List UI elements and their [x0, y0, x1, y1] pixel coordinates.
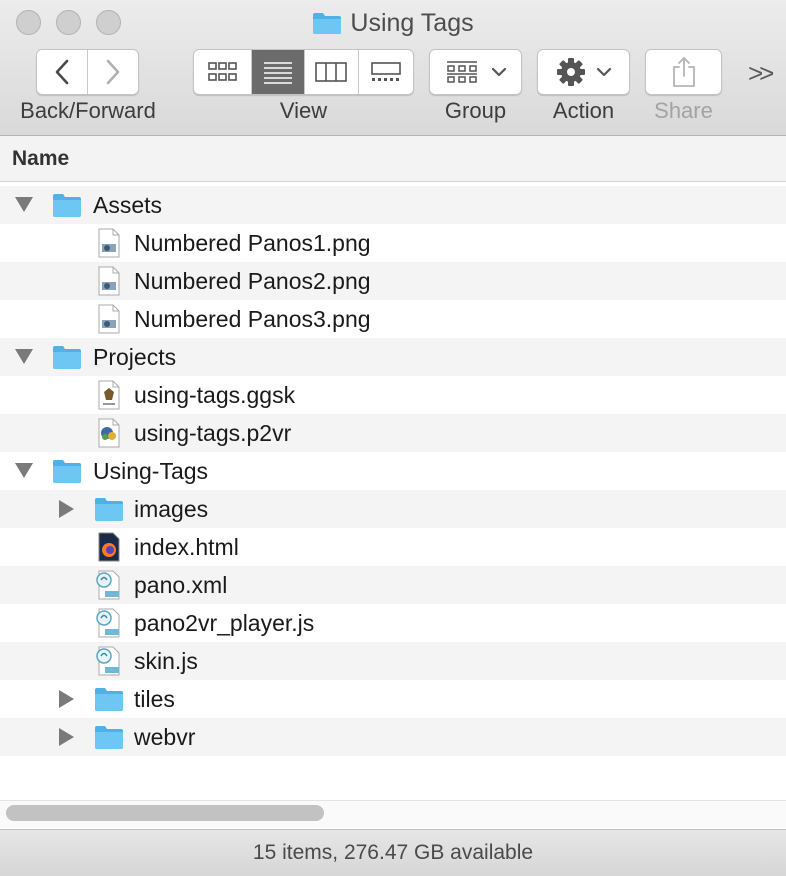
- file-name: Projects: [93, 344, 177, 370]
- disclosure-triangle-open-icon[interactable]: [15, 197, 33, 212]
- gallery-icon: [370, 62, 401, 81]
- disclosure-triangle-closed-icon[interactable]: [59, 690, 74, 708]
- skin-document-icon: [98, 380, 120, 410]
- text-document-icon: [96, 570, 120, 600]
- list-item-file[interactable]: pano2vr_player.js: [0, 604, 786, 642]
- folder-icon: [95, 498, 123, 521]
- folder-icon: [53, 194, 81, 217]
- gear-icon: [556, 58, 585, 86]
- icon-grid-icon: [207, 62, 237, 81]
- folder-icon: [313, 13, 342, 34]
- name-column-header[interactable]: Name: [0, 136, 786, 182]
- list-item-file[interactable]: skin.js: [0, 642, 786, 680]
- file-name: Numbered Panos3.png: [134, 306, 371, 332]
- chevron-left-icon: [55, 59, 69, 85]
- file-name: Numbered Panos1.png: [134, 230, 371, 256]
- back-forward-label: Back/Forward: [20, 98, 156, 123]
- disclosure-triangle-closed-icon[interactable]: [59, 500, 74, 518]
- list-item-file[interactable]: index.html: [0, 528, 786, 566]
- list-item-folder[interactable]: Projects: [0, 338, 786, 376]
- view-control: [193, 49, 414, 95]
- share-button[interactable]: [645, 49, 722, 95]
- group-grid-icon: [446, 61, 477, 83]
- status-text: 15 items, 276.47 GB available: [252, 841, 534, 864]
- file-name: index.html: [134, 534, 239, 560]
- png-file-icon: [98, 304, 120, 334]
- share-icon: [672, 57, 695, 87]
- list-item-folder[interactable]: webvr: [0, 718, 786, 756]
- chevron-right-icon: [106, 59, 120, 85]
- file-name: Numbered Panos2.png: [134, 268, 371, 294]
- toolbar-overflow-button[interactable]: >>: [748, 58, 774, 89]
- list-view-button[interactable]: [252, 50, 305, 94]
- file-name: using-tags.p2vr: [134, 420, 292, 446]
- file-name: Assets: [93, 192, 163, 218]
- chevron-down-icon: [596, 67, 611, 77]
- file-name: using-tags.ggsk: [134, 382, 296, 408]
- file-name: Using-Tags: [93, 458, 209, 484]
- view-label: View: [279, 98, 328, 123]
- window-title-text: Using Tags: [350, 8, 474, 37]
- chevron-down-icon: [491, 67, 506, 77]
- file-name: tiles: [134, 686, 175, 712]
- file-name: images: [134, 496, 209, 522]
- action-label: Action: [552, 98, 615, 123]
- list-item-file[interactable]: Numbered Panos3.png: [0, 300, 786, 338]
- file-name: webvr: [134, 724, 196, 750]
- disclosure-triangle-open-icon[interactable]: [15, 349, 33, 364]
- folder-icon: [95, 688, 123, 711]
- file-name: pano2vr_player.js: [134, 610, 315, 636]
- share-label: Share: [654, 98, 713, 123]
- list-item-file[interactable]: using-tags.p2vr: [0, 414, 786, 452]
- text-document-icon: [96, 608, 120, 638]
- file-list: Assets Numbered Panos1.png Numbered Pano…: [0, 186, 786, 756]
- list-item-file[interactable]: Numbered Panos2.png: [0, 262, 786, 300]
- list-item-file[interactable]: Numbered Panos1.png: [0, 224, 786, 262]
- back-forward-control: [36, 49, 139, 95]
- disclosure-triangle-closed-icon[interactable]: [59, 728, 74, 746]
- icon-view-button[interactable]: [194, 50, 253, 94]
- list-item-folder[interactable]: tiles: [0, 680, 786, 718]
- file-name: pano.xml: [134, 572, 228, 598]
- column-view-button[interactable]: [305, 50, 359, 94]
- list-item-file[interactable]: using-tags.ggsk: [0, 376, 786, 414]
- file-name: skin.js: [134, 648, 198, 674]
- disclosure-triangle-open-icon[interactable]: [15, 463, 33, 478]
- horizontal-scroll-thumb[interactable]: [6, 805, 324, 821]
- list-lines-icon: [264, 62, 293, 84]
- group-button[interactable]: [429, 49, 522, 95]
- forward-button[interactable]: [88, 50, 139, 94]
- png-file-icon: [98, 266, 120, 296]
- list-item-folder[interactable]: Using-Tags: [0, 452, 786, 490]
- list-item-file[interactable]: pano.xml: [0, 566, 786, 604]
- name-column-label: Name: [12, 147, 70, 170]
- text-document-icon: [96, 646, 120, 676]
- back-button[interactable]: [37, 50, 88, 94]
- status-bar: 15 items, 276.47 GB available: [0, 829, 786, 876]
- folder-icon: [95, 726, 123, 749]
- folder-icon: [53, 346, 81, 369]
- toolbar: Using Tags Back/Forward View Group Actio…: [0, 0, 786, 136]
- list-item-folder[interactable]: Assets: [0, 186, 786, 224]
- html-document-icon: [98, 532, 120, 562]
- window-title: Using Tags: [0, 8, 786, 38]
- project-document-icon: [98, 418, 120, 448]
- folder-icon: [53, 460, 81, 483]
- gallery-view-button[interactable]: [359, 50, 414, 94]
- group-label: Group: [444, 98, 507, 123]
- columns-icon: [315, 62, 348, 82]
- list-item-folder[interactable]: images: [0, 490, 786, 528]
- action-button[interactable]: [537, 49, 630, 95]
- png-file-icon: [98, 228, 120, 258]
